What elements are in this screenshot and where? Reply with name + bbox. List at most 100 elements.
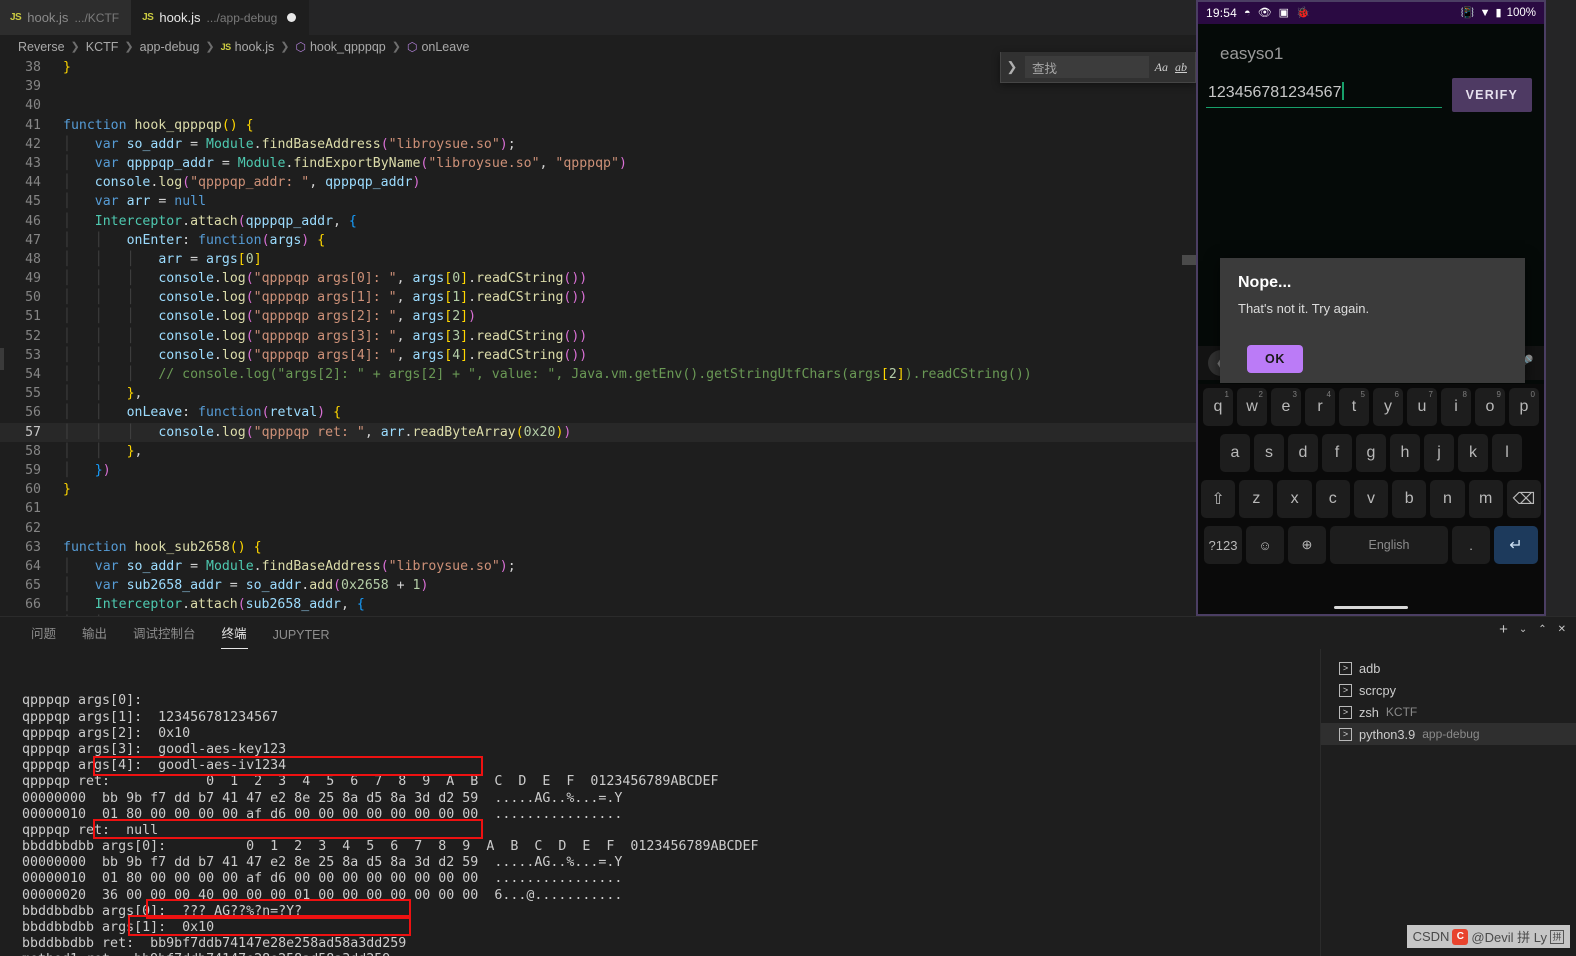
tabbar-filler <box>309 0 1196 35</box>
terminal-item-adb[interactable]: > adb <box>1321 657 1576 679</box>
panel-tab-jupyter[interactable]: JUPYTER <box>260 628 343 649</box>
breadcrumb-item-onleave[interactable]: ⬡ onLeave <box>407 40 469 54</box>
code-line: 51 │ │ │ console.log("qpppqp args[2]: ", … <box>0 307 1196 326</box>
find-input[interactable]: 查找 <box>1025 56 1149 78</box>
shift-key[interactable]: ⇧ <box>1201 480 1236 518</box>
terminal-icon: > <box>1339 705 1352 719</box>
line-number: 51 <box>25 309 41 325</box>
maximize-panel-icon[interactable]: ⌃ <box>1538 624 1546 635</box>
editor-area: JS hook.js .../KCTF JS hook.js .../app-d… <box>0 0 1196 616</box>
key-h[interactable]: h <box>1390 434 1420 472</box>
editor-tab-hook-appdebug[interactable]: JS hook.js .../app-debug <box>132 0 310 35</box>
key-n[interactable]: n <box>1430 480 1465 518</box>
key-l[interactable]: l <box>1492 434 1522 472</box>
key-label: f <box>1334 444 1340 461</box>
scrcpy-device-mirror[interactable]: 19:54 ◓ 👁 ▣ 🐞 📳 ▼ ▮ 100% easyso1 1234567… <box>1196 0 1546 616</box>
toggle-replace-chevron-icon[interactable]: ❯ <box>1005 59 1019 75</box>
space-key[interactable]: English <box>1330 526 1448 564</box>
terminal-item-python39[interactable]: > python3.9 app-debug <box>1321 723 1576 745</box>
key-label: i <box>1454 398 1458 415</box>
panel-tab-output[interactable]: 输出 <box>69 623 120 649</box>
match-case-icon[interactable]: Aa <box>1155 60 1168 75</box>
terminal-item-label: adb <box>1359 660 1381 676</box>
key-z[interactable]: z <box>1239 480 1274 518</box>
key-o[interactable]: 9o <box>1475 388 1505 426</box>
code-text: │ │ │ console.log("qpppqp args[0]: ", ar… <box>63 271 588 287</box>
find-widget[interactable]: ❯ 查找 Aa ab <box>1000 52 1196 83</box>
editor-tab-hook-kctf[interactable]: JS hook.js .../KCTF <box>0 0 133 35</box>
key-j[interactable]: j <box>1424 434 1454 472</box>
key-a[interactable]: a <box>1220 434 1250 472</box>
code-text: │ var qpppqp_addr = Module.findExportByN… <box>63 155 627 171</box>
key-q[interactable]: 1q <box>1203 388 1233 426</box>
emoji-key[interactable]: ☺ <box>1246 526 1284 564</box>
panel-tab-debug-console[interactable]: 调试控制台 <box>120 623 209 649</box>
key-p[interactable]: 0p <box>1509 388 1539 426</box>
key-i[interactable]: 8i <box>1441 388 1471 426</box>
terminal-line: bbddbbdbb args[0]: ???_AG??%?ŋ=?Y? <box>22 903 303 919</box>
key-r[interactable]: 4r <box>1305 388 1335 426</box>
android-status-bar: 19:54 ◓ 👁 ▣ 🐞 📳 ▼ ▮ 100% <box>1198 2 1544 24</box>
globe-language-key[interactable]: ⊕ <box>1288 526 1326 564</box>
key-b[interactable]: b <box>1392 480 1427 518</box>
key-x[interactable]: x <box>1277 480 1312 518</box>
key-number-hint: 0 <box>1530 390 1535 399</box>
new-terminal-icon[interactable]: + <box>1499 622 1508 637</box>
line-number: 65 <box>25 578 41 594</box>
terminal-line: 00000000 bb 9b f7 dd b7 41 47 e2 8e 25 8… <box>22 790 623 806</box>
key-k[interactable]: k <box>1458 434 1488 472</box>
breadcrumb-item-hook-qpppqp[interactable]: ⬡ hook_qpppqp <box>295 40 385 54</box>
code-text: │ Interceptor.attach(qpppqp_addr, { <box>63 213 357 229</box>
editor-vertical-scrollbar[interactable] <box>1182 255 1196 265</box>
key-d[interactable]: d <box>1288 434 1318 472</box>
breadcrumb-item-reverse[interactable]: Reverse <box>18 40 65 54</box>
terminal-output[interactable]: qpppqp args[0]: qpppqp args[1]: 123456781… <box>0 649 1320 956</box>
key-number-hint: 2 <box>1258 390 1263 399</box>
flag-input[interactable]: 123456781234567 <box>1206 82 1442 108</box>
result-dialog: Nope... That's not it. Try again. OK <box>1220 258 1525 383</box>
key-t[interactable]: 5t <box>1339 388 1369 426</box>
key-v[interactable]: v <box>1353 480 1389 518</box>
symbol-function-icon: ⬡ <box>406 39 418 54</box>
key-g[interactable]: g <box>1356 434 1386 472</box>
key-y[interactable]: 6y <box>1373 388 1403 426</box>
key-c[interactable]: c <box>1315 480 1350 518</box>
whole-word-icon[interactable]: ab <box>1175 60 1187 75</box>
unsaved-indicator-icon[interactable] <box>287 13 297 22</box>
verify-button[interactable]: VERIFY <box>1451 78 1532 112</box>
line-number: 42 <box>25 136 41 152</box>
close-panel-icon[interactable]: ✕ <box>1558 624 1566 635</box>
key-f[interactable]: f <box>1322 434 1352 472</box>
breadcrumb-item-app-debug[interactable]: app-debug <box>140 40 200 54</box>
breadcrumb-label: hook.js <box>234 39 275 54</box>
line-number: 56 <box>25 405 41 421</box>
panel-tab-terminal[interactable]: 终端 <box>209 623 260 649</box>
key-w[interactable]: 2w <box>1237 388 1267 426</box>
terminal-item-zsh[interactable]: > zsh KCTF <box>1321 701 1576 723</box>
symbols-key[interactable]: ?123 <box>1204 526 1242 564</box>
panel-tab-problems[interactable]: 问题 <box>18 623 69 649</box>
key-m[interactable]: m <box>1468 480 1503 518</box>
tab-filename: hook.js <box>159 10 201 25</box>
enter-key[interactable]: ↵ <box>1494 526 1538 564</box>
gesture-home-bar[interactable] <box>1334 606 1408 609</box>
code-text: │ │ │ // console.log("args[2]: " + args[… <box>63 367 1032 382</box>
android-keyboard[interactable]: 1q2w3e4r5t6y7u8i9o0p asd fghjkl ⇧ z x c v b n m ⌫… <box>1198 384 1544 614</box>
key-e[interactable]: 3e <box>1271 388 1301 426</box>
key-s[interactable]: s <box>1254 434 1284 472</box>
key-u[interactable]: 7u <box>1407 388 1437 426</box>
key-label: d <box>1298 444 1308 461</box>
code-text: │ }) <box>63 462 111 478</box>
terminal-item-scrcpy[interactable]: > scrcpy <box>1321 679 1576 701</box>
dialog-ok-button[interactable]: OK <box>1247 345 1303 373</box>
chevron-down-icon[interactable]: ⌄ <box>1519 624 1527 635</box>
chevron-right-icon: ❯ <box>124 41 134 53</box>
dialog-title: Nope... <box>1238 274 1292 291</box>
backspace-key[interactable]: ⌫ <box>1506 480 1541 518</box>
key-label: z <box>1252 490 1261 507</box>
period-key[interactable]: . <box>1452 526 1490 564</box>
code-editor[interactable]: 38} 39 40 41 function hook_qpppqp() {42 │ var… <box>0 58 1196 616</box>
line-number: 66 <box>25 597 41 613</box>
breadcrumb-item-hookjs[interactable]: JS hook.js <box>221 40 275 54</box>
breadcrumb-item-kctf[interactable]: KCTF <box>86 40 119 54</box>
